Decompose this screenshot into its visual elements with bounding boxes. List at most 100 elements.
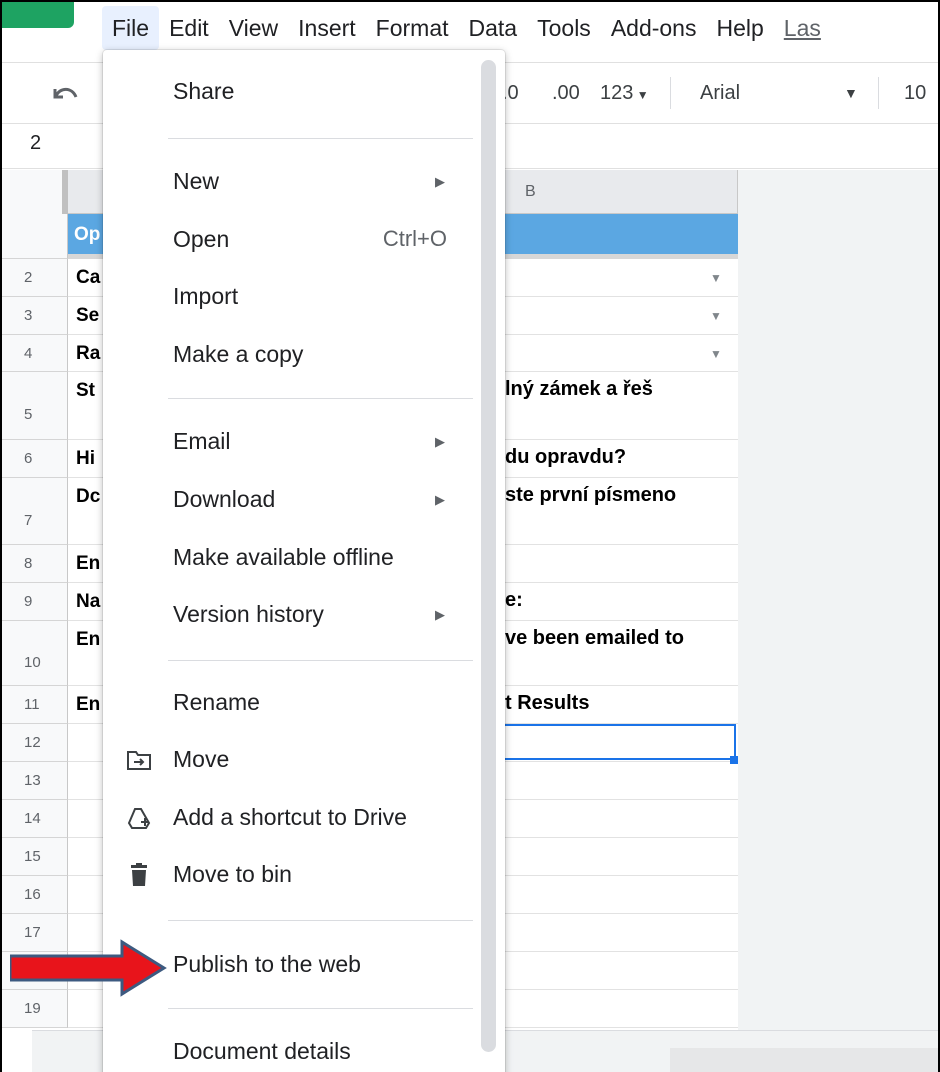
- publish-label: Publish to the web: [173, 951, 361, 977]
- move-label: Move: [173, 746, 230, 772]
- menu-item-email[interactable]: Email ▶: [103, 422, 481, 462]
- row-header[interactable]: 15: [2, 838, 68, 876]
- menu-edit[interactable]: Edit: [159, 6, 219, 50]
- row-header[interactable]: 8: [2, 545, 68, 583]
- trash-icon: [125, 861, 153, 889]
- menu-item-add-shortcut[interactable]: Add a shortcut to Drive: [103, 798, 481, 838]
- cell-a[interactable]: Se: [76, 305, 99, 327]
- fill-handle[interactable]: [730, 756, 738, 764]
- menu-item-rename[interactable]: Rename: [103, 683, 481, 723]
- menu-item-document-details[interactable]: Document details: [103, 1032, 481, 1072]
- font-size-value: 10: [904, 82, 927, 104]
- row-header[interactable]: 11: [2, 686, 68, 724]
- submenu-arrow-icon: ▶: [435, 607, 445, 622]
- menu-scrollbar[interactable]: [481, 60, 496, 1052]
- cell-b[interactable]: lný zámek a řeš: [505, 378, 653, 401]
- add-shortcut-label: Add a shortcut to Drive: [173, 804, 407, 830]
- cell-b[interactable]: ve been emailed to: [505, 627, 684, 650]
- move-to-bin-label: Move to bin: [173, 861, 292, 887]
- cell-dropdown-arrow-icon[interactable]: ▼: [710, 271, 722, 285]
- cell-b[interactable]: t Results: [505, 692, 589, 715]
- select-all-corner[interactable]: [2, 170, 68, 214]
- increase-decimal-label: .00: [552, 82, 580, 104]
- row-header[interactable]: 7: [2, 478, 68, 545]
- sheets-logo[interactable]: [2, 2, 74, 28]
- menu-addons[interactable]: Add-ons: [601, 6, 707, 50]
- menubar: File Edit View Insert Format Data Tools …: [102, 6, 831, 50]
- selected-cell[interactable]: [505, 724, 736, 760]
- cell-a[interactable]: St: [76, 380, 95, 402]
- menu-item-new[interactable]: New ▶: [103, 162, 481, 202]
- window: File Edit View Insert Format Data Tools …: [0, 0, 940, 1072]
- menu-divider: [168, 660, 473, 661]
- cell-b[interactable]: e:: [505, 589, 523, 612]
- cell-b[interactable]: ste první písmeno: [505, 484, 676, 507]
- menu-divider: [168, 138, 473, 139]
- font-size-input[interactable]: 10: [904, 63, 926, 123]
- cell-a[interactable]: En: [76, 694, 100, 716]
- row-header[interactable]: 12: [2, 724, 68, 762]
- download-label: Download: [173, 486, 276, 512]
- menu-divider: [168, 1008, 473, 1009]
- make-offline-label: Make available offline: [173, 544, 394, 570]
- header-cell-a[interactable]: Op: [74, 224, 100, 246]
- menu-item-share[interactable]: Share: [103, 72, 481, 112]
- menu-item-make-offline[interactable]: Make available offline: [103, 538, 481, 578]
- menu-data[interactable]: Data: [459, 6, 528, 50]
- cell-a[interactable]: Na: [76, 591, 100, 613]
- move-folder-icon: [125, 746, 153, 774]
- cell-dropdown-arrow-icon[interactable]: ▼: [710, 347, 722, 361]
- menu-help[interactable]: Help: [706, 6, 773, 50]
- cell-a[interactable]: Dc: [76, 486, 100, 508]
- menu-item-move-to-bin[interactable]: Move to bin: [103, 855, 481, 895]
- row-header[interactable]: 5: [2, 372, 68, 440]
- cell-a[interactable]: En: [76, 629, 100, 651]
- undo-icon[interactable]: [50, 63, 80, 123]
- menu-file[interactable]: File: [102, 6, 160, 50]
- menu-tools[interactable]: Tools: [527, 6, 601, 50]
- document-details-label: Document details: [173, 1038, 351, 1064]
- menu-item-version-history[interactable]: Version history ▶: [103, 595, 481, 635]
- menu-item-make-copy[interactable]: Make a copy: [103, 335, 481, 375]
- menu-item-move[interactable]: Move: [103, 740, 481, 780]
- font-select[interactable]: Arial: [700, 63, 740, 123]
- row-header[interactable]: 4: [2, 335, 68, 372]
- cell-a[interactable]: Ca: [76, 267, 100, 289]
- row-header[interactable]: 14: [2, 800, 68, 838]
- row-header[interactable]: 10: [2, 621, 68, 686]
- cell-a[interactable]: Ra: [76, 343, 100, 365]
- last-edit-link[interactable]: Las: [774, 6, 831, 50]
- row-header[interactable]: 9: [2, 583, 68, 621]
- toolbar-divider: [670, 77, 671, 109]
- submenu-arrow-icon: ▶: [435, 492, 445, 507]
- share-label: Share: [173, 78, 235, 104]
- more-formats-label: 123: [600, 82, 634, 104]
- row-header[interactable]: [2, 214, 68, 259]
- increase-decimal-button[interactable]: .00: [552, 63, 580, 123]
- menu-divider: [168, 398, 473, 399]
- menu-item-import[interactable]: Import: [103, 277, 481, 317]
- cell-b[interactable]: du opravdu?: [505, 446, 626, 469]
- column-header-b[interactable]: B: [505, 170, 738, 214]
- make-copy-label: Make a copy: [173, 341, 304, 367]
- row-header[interactable]: 6: [2, 440, 68, 478]
- more-formats-button[interactable]: 123 ▼: [600, 63, 649, 123]
- name-box[interactable]: 2: [30, 132, 41, 155]
- cell-dropdown-arrow-icon[interactable]: ▼: [710, 309, 722, 323]
- row-header[interactable]: 13: [2, 762, 68, 800]
- row-header[interactable]: 3: [2, 297, 68, 335]
- menu-item-open[interactable]: Open Ctrl+O: [103, 220, 481, 260]
- open-shortcut: Ctrl+O: [382, 226, 447, 251]
- cell-a[interactable]: En: [76, 553, 100, 575]
- row-header[interactable]: 2: [2, 259, 68, 297]
- menu-format[interactable]: Format: [366, 6, 459, 50]
- font-dropdown-arrow-icon[interactable]: ▼: [844, 63, 858, 123]
- submenu-arrow-icon: ▶: [435, 434, 445, 449]
- font-name: Arial: [700, 82, 741, 104]
- row-header[interactable]: 16: [2, 876, 68, 914]
- menu-item-download[interactable]: Download ▶: [103, 480, 481, 520]
- menu-insert[interactable]: Insert: [288, 6, 366, 50]
- cell-a[interactable]: Hi: [76, 448, 95, 470]
- sheet-tab[interactable]: [670, 1048, 938, 1072]
- menu-view[interactable]: View: [219, 6, 288, 50]
